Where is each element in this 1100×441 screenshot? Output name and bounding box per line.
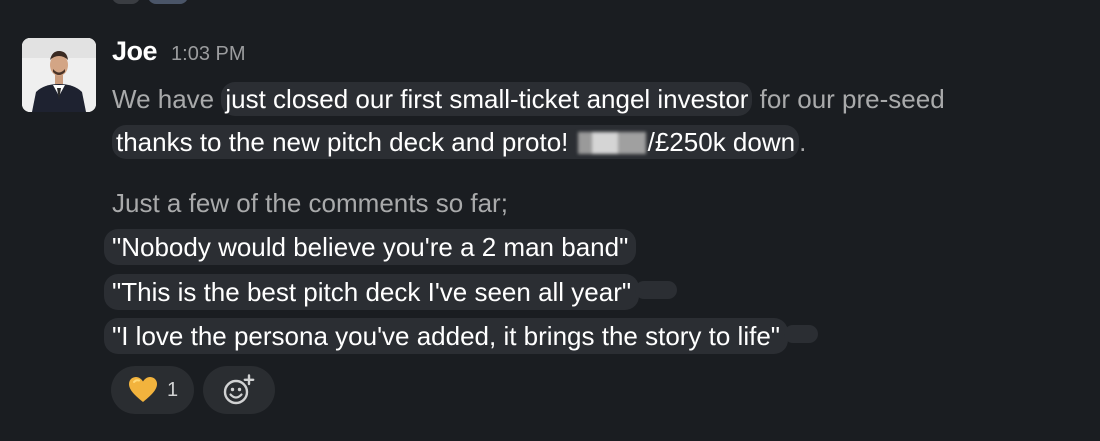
quote-line: "This is the best pitch deck I've seen a… [104, 274, 678, 310]
quote-line: "I love the persona you've added, it bri… [104, 318, 819, 354]
text-segment: /£250k down [647, 127, 796, 157]
text-segment: thanks to the new pitch deck and proto! [116, 127, 576, 157]
avatar[interactable] [22, 38, 96, 112]
highlight-tail [784, 325, 819, 343]
quote-line: "Nobody would believe you're a 2 man ban… [104, 229, 637, 265]
timestamp[interactable]: 1:03 PM [171, 43, 245, 66]
redacted-amount [577, 132, 646, 154]
highlighted-text: just closed our first small-ticket angel… [221, 82, 753, 116]
author-name[interactable]: Joe [112, 36, 158, 67]
add-emoji-icon [223, 374, 255, 405]
message-line-2: thanks to the new pitch deck and proto! … [112, 125, 807, 159]
message-header: Joe 1:03 PM [112, 36, 246, 67]
user-photo [22, 38, 96, 112]
yellow-heart-icon [129, 377, 157, 402]
highlight-tail [635, 281, 678, 299]
chat-message: Joe 1:03 PM We have just closed our firs… [0, 0, 1100, 441]
quote-text: "This is the best pitch deck I've seen a… [104, 274, 640, 310]
quote-text: "I love the persona you've added, it bri… [104, 318, 789, 354]
add-reaction-button[interactable] [203, 366, 276, 414]
reaction-yellow-heart[interactable]: 1 [111, 366, 195, 414]
text-segment: . [799, 127, 807, 157]
highlighted-text: thanks to the new pitch deck and proto! … [112, 125, 800, 159]
text-segment: We have [112, 84, 222, 114]
reaction-count: 1 [167, 378, 179, 401]
text-segment: for our pre-seed [752, 84, 945, 114]
reactions-bar: 1 [111, 366, 276, 414]
quote-text: "Nobody would believe you're a 2 man ban… [104, 229, 637, 265]
message-line-1: We have just closed our first small-tick… [112, 82, 945, 116]
comments-intro: Just a few of the comments so far; [112, 188, 508, 218]
